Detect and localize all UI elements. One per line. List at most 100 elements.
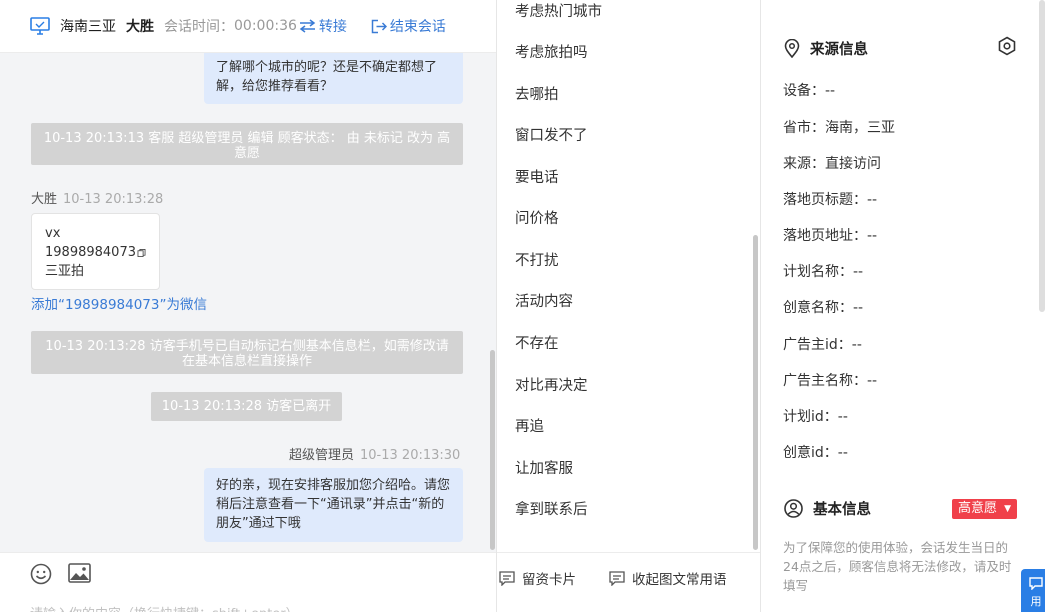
chat-header: 海南三亚 大胜 会话时间： 00:00:36 转接 结束会话: [0, 0, 496, 53]
quick-reply-footer: 留资卡片 收起图文常用语: [497, 552, 760, 612]
agent-message-text: 好的亲，现在安排客服加您介绍哈。请您稍后注意查看一下“通讯录”并点击“新的朋友”…: [216, 478, 451, 531]
info-row-plan-id: 计划id：--: [783, 406, 848, 426]
info-value: 直接访问: [825, 156, 881, 172]
image-icon[interactable]: [68, 563, 91, 583]
message-input[interactable]: 请输入你的内容（换行快捷键：shift+enter）: [30, 603, 299, 612]
card-phone: 19898984073: [45, 245, 136, 260]
settings-icon[interactable]: [997, 36, 1017, 56]
info-row-province-city: 省市：海南，三亚: [783, 117, 895, 137]
composer: 请输入你的内容（换行快捷键：shift+enter）: [0, 552, 496, 612]
agent-message-text: 了解哪个城市的呢？还是不确定都想了解，给您推荐看看？: [216, 60, 438, 94]
info-row-source: 来源：直接访问: [783, 153, 881, 173]
info-label: 广告主id：: [783, 337, 852, 353]
user-circle-icon: [784, 499, 803, 518]
info-label: 创意id：: [783, 445, 838, 461]
copy-icon[interactable]: [137, 246, 146, 260]
info-value: --: [853, 300, 864, 316]
comment-icon: [499, 570, 515, 586]
intent-status-label: 高意愿: [958, 501, 998, 516]
info-value: --: [825, 83, 836, 99]
info-value: --: [853, 264, 864, 280]
info-label: 广告主名称：: [783, 373, 867, 389]
quick-reply-item[interactable]: 让加客服: [515, 457, 573, 478]
chat-scrollbar[interactable]: [490, 350, 495, 550]
leave-card-button[interactable]: 留资卡片: [499, 568, 576, 588]
intent-status-dropdown[interactable]: 高意愿 ▼: [952, 499, 1018, 519]
info-row-device: 设备：--: [783, 80, 835, 100]
end-session-button[interactable]: 结束会话: [371, 16, 446, 36]
quick-reply-item[interactable]: 考虑热门城市: [515, 0, 602, 21]
add-wechat-link[interactable]: 添加“19898984073”为微信: [31, 293, 207, 313]
info-label: 省市：: [783, 120, 825, 136]
collapse-phrases-button[interactable]: 收起图文常用语: [609, 568, 727, 588]
quick-reply-item[interactable]: 去哪拍: [515, 83, 559, 104]
quick-reply-item[interactable]: 活动内容: [515, 290, 573, 311]
visitor-name: 大胜: [126, 19, 154, 35]
visitor-location: 海南三亚: [60, 19, 116, 35]
visitor-message-time: 10-13 20:13:28: [63, 192, 164, 207]
system-message-status-change: 10-13 20:13:13 客服 超级管理员 编辑 顾客状态： 由 未标记 改…: [31, 123, 463, 165]
source-info-title-text: 来源信息: [810, 42, 868, 58]
system-message-text: 10-13 20:13:28 访客手机号已自动标记右侧基本信息栏，如需修改请在基…: [45, 339, 449, 369]
info-scrollbar[interactable]: [1039, 0, 1045, 312]
info-label: 来源：: [783, 156, 825, 172]
quick-reply-item[interactable]: 问价格: [515, 207, 559, 228]
quick-reply-item[interactable]: 再追: [515, 415, 544, 436]
quick-reply-item[interactable]: 窗口发不了: [515, 124, 588, 145]
card-line-note: 三亚拍: [45, 264, 85, 279]
info-row-advertiser-name: 广告主名称：--: [783, 370, 877, 390]
session-time: 00:00:36: [234, 18, 297, 34]
info-value: --: [867, 373, 878, 389]
quick-reply-item[interactable]: 不打扰: [515, 249, 559, 270]
comment-icon: [609, 570, 625, 586]
chat-panel: 了解哪个城市的呢？还是不确定都想了解，给您推荐看看？ 10-13 20:13:1…: [0, 0, 497, 612]
basic-info-title-text: 基本信息: [813, 502, 871, 518]
agent-message-bubble: 好的亲，现在安排客服加您介绍哈。请您稍后注意查看一下“通讯录”并点击“新的朋友”…: [204, 468, 463, 542]
emoji-icon[interactable]: [30, 563, 52, 585]
transfer-button[interactable]: 转接: [299, 16, 347, 36]
agent-sender-name: 超级管理员: [289, 448, 355, 463]
logout-icon: [371, 19, 387, 33]
info-label: 设备：: [783, 83, 825, 99]
info-value: --: [837, 445, 848, 461]
caret-down-icon: ▼: [1004, 504, 1012, 514]
info-row-creative-name: 创意名称：--: [783, 297, 863, 317]
transfer-icon: [299, 19, 316, 33]
info-row-creative-id: 创意id：--: [783, 442, 848, 462]
quick-reply-item[interactable]: 不存在: [515, 332, 559, 353]
system-message-phone-marked: 10-13 20:13:28 访客手机号已自动标记右侧基本信息栏，如需修改请在基…: [31, 331, 463, 374]
source-info-title: 来源信息: [784, 38, 868, 59]
leave-card-label: 留资卡片: [522, 572, 576, 588]
info-row-landing-url: 落地页地址：--: [783, 225, 877, 245]
session-time-label: 会话时间：: [164, 19, 234, 35]
info-row-plan-name: 计划名称：--: [783, 261, 863, 281]
transfer-label: 转接: [318, 19, 347, 35]
info-value: --: [867, 192, 878, 208]
system-message-text: 10-13 20:13:28 访客已离开: [161, 399, 332, 414]
info-value: --: [851, 337, 862, 353]
message-list[interactable]: 了解哪个城市的呢？还是不确定都想了解，给您推荐看看？ 10-13 20:13:1…: [0, 0, 496, 552]
edit-notice: 为了保障您的使用体验，会话发生当日的24点之后，顾客信息将无法修改，请及时填写: [783, 540, 1012, 593]
info-label: 落地页标题：: [783, 192, 867, 208]
quick-reply-item[interactable]: 考虑旅拍吗: [515, 41, 588, 62]
quick-reply-item[interactable]: 对比再决定: [515, 374, 588, 395]
info-value: 海南，三亚: [825, 120, 895, 136]
visitor-sender-line: 大胜 10-13 20:13:28: [31, 188, 163, 207]
floating-button-label: 用: [1030, 595, 1042, 608]
info-label: 创意名称：: [783, 300, 853, 316]
chat-bubble-icon: [1029, 577, 1043, 590]
floating-help-button[interactable]: 用: [1021, 569, 1045, 612]
quick-reply-scrollbar[interactable]: [753, 235, 758, 550]
visitor-sender-name: 大胜: [31, 192, 58, 207]
quick-reply-item[interactable]: 要电话: [515, 166, 559, 187]
info-panel: 来源信息 设备：-- 省市：海南，三亚 来源：直接访问 落地页标题：-- 落地页…: [761, 0, 1045, 612]
agent-message-time: 10-13 20:13:30: [360, 448, 461, 463]
system-message-text: 10-13 20:13:13 客服 超级管理员 编辑 顾客状态： 由 未标记 改…: [43, 131, 451, 161]
quick-reply-item[interactable]: 拿到联系后: [515, 498, 588, 519]
info-row-landing-title: 落地页标题：--: [783, 189, 877, 209]
card-line-vx: vx: [45, 226, 61, 241]
agent-sender-line: 超级管理员 10-13 20:13:30: [289, 444, 460, 463]
info-label: 计划id：: [783, 409, 838, 425]
collapse-phrases-label: 收起图文常用语: [632, 572, 727, 588]
info-row-advertiser-id: 广告主id：--: [783, 334, 862, 354]
